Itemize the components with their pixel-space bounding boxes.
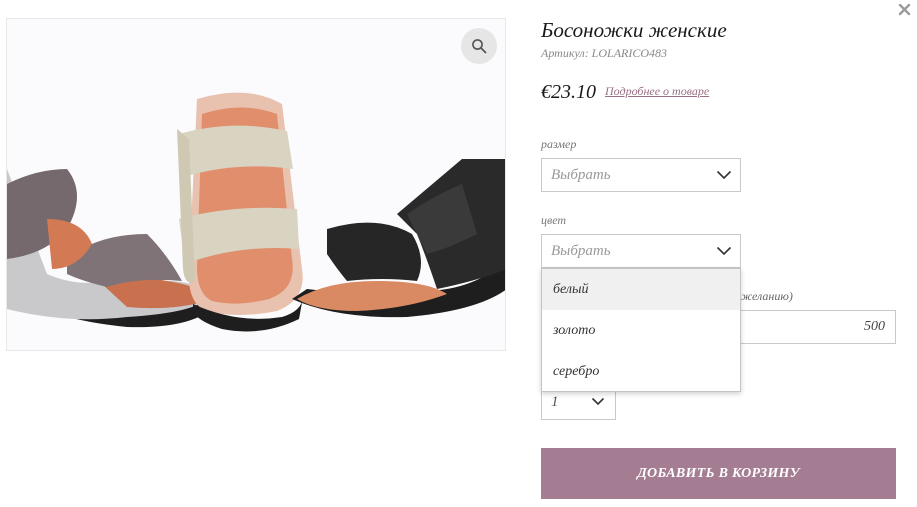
- size-select-value: Выбрать: [551, 167, 611, 183]
- product-details-link[interactable]: Подробнее о товаре: [605, 84, 709, 99]
- color-dropdown-menu: белый золото серебро: [541, 268, 741, 392]
- product-price: €23.10: [541, 81, 596, 103]
- chevron-down-icon: [716, 170, 732, 180]
- magnifier-icon: [472, 39, 487, 54]
- color-option-silver[interactable]: серебро: [542, 351, 740, 392]
- color-label: цвет: [541, 213, 567, 227]
- zoom-button[interactable]: [461, 28, 497, 64]
- close-button[interactable]: [896, 1, 914, 19]
- color-option-gold[interactable]: золото: [542, 310, 740, 351]
- product-sku: Артикул: LOLARICO483: [541, 46, 668, 60]
- gold-sandal-image: [177, 92, 303, 332]
- add-to-cart-button[interactable]: ДОБАВИТЬ В КОРЗИНУ: [541, 448, 896, 499]
- quantity-value: 1: [551, 394, 559, 410]
- color-select[interactable]: Выбрать: [541, 234, 741, 268]
- amount-label: желанию): [741, 289, 793, 303]
- amount-input[interactable]: 500: [740, 310, 896, 344]
- amount-input-value: 500: [864, 319, 885, 334]
- size-select[interactable]: Выбрать: [541, 158, 741, 192]
- chevron-down-icon: [591, 397, 605, 406]
- product-title: Босоножки женские: [541, 18, 727, 42]
- size-label: размер: [541, 137, 577, 151]
- close-icon: [898, 3, 911, 16]
- color-select-value: Выбрать: [551, 243, 611, 259]
- product-image-gallery: [6, 18, 506, 351]
- color-option-white[interactable]: белый: [542, 269, 740, 310]
- quantity-select[interactable]: 1: [541, 388, 616, 420]
- chevron-down-icon: [716, 246, 732, 256]
- product-photo: [7, 19, 505, 350]
